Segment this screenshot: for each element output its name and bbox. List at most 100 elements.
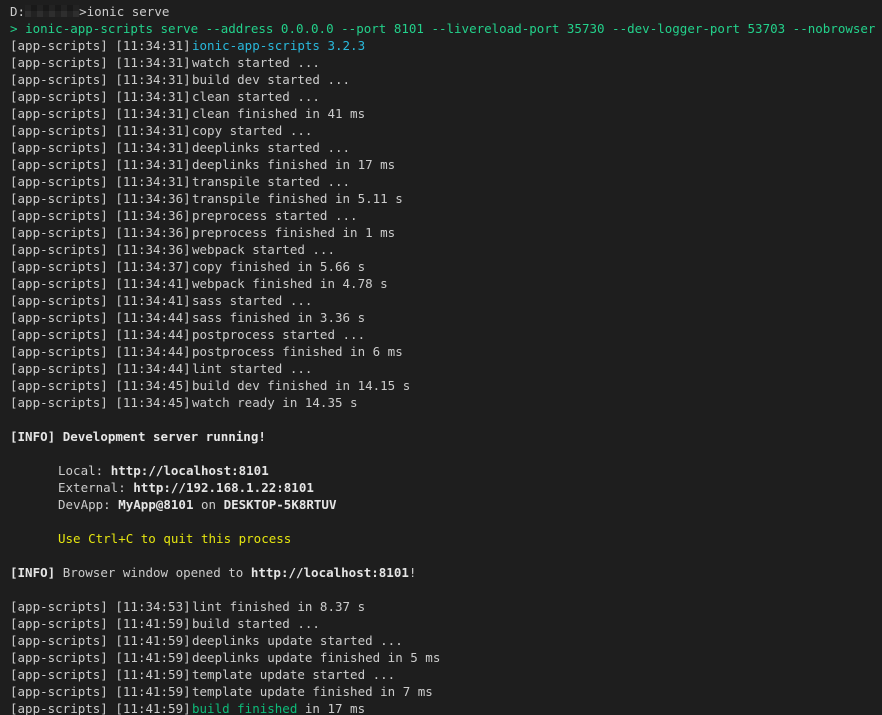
info-tag: [INFO] [10, 565, 56, 580]
log-message: watch ready in 14.35 s [192, 395, 358, 410]
log-message: ionic-app-scripts 3.2.3 [192, 38, 366, 53]
log-prefix-time: [app-scripts] [11:34:45] [10, 395, 191, 410]
log-line: [app-scripts] [11:41:59]build started ..… [10, 615, 882, 632]
log-message: transpile finished in 5.11 s [192, 191, 403, 206]
log-prefix-time: [app-scripts] [11:34:31] [10, 157, 191, 172]
log-message: clean finished in 41 ms [192, 106, 366, 121]
log-line: [app-scripts] [11:34:31]watch started ..… [10, 54, 882, 71]
devapp-label: DevApp: [58, 497, 119, 512]
prompt-gt: > [79, 4, 87, 19]
redacted-path [25, 5, 80, 17]
log-message: transpile started ... [192, 174, 351, 189]
browser-url-link[interactable]: http://localhost:8101 [251, 565, 409, 580]
log-line: [app-scripts] [11:34:36]transpile finish… [10, 190, 882, 207]
info-browser-opened-line: [INFO] Browser window opened to http://l… [10, 564, 882, 581]
log-prefix-time: [app-scripts] [11:34:53] [10, 599, 191, 614]
log-line: [app-scripts] [11:34:31]ionic-app-script… [10, 37, 882, 54]
log-message: deeplinks started ... [192, 140, 351, 155]
log-message: sass started ... [192, 293, 313, 308]
external-url-link[interactable]: http://192.168.1.22:8101 [133, 480, 314, 495]
log-prefix-time: [app-scripts] [11:34:36] [10, 191, 191, 206]
external-label: External: [58, 480, 134, 495]
update-log: [app-scripts] [11:34:53]lint finished in… [10, 598, 882, 700]
log-prefix-time: [app-scripts] [11:34:31] [10, 106, 191, 121]
log-prefix-time: [app-scripts] [11:34:36] [10, 225, 191, 240]
log-prefix-time: [app-scripts] [11:34:41] [10, 276, 191, 291]
log-message: deeplinks update finished in 5 ms [192, 650, 441, 665]
log-line: [app-scripts] [11:34:36]preprocess finis… [10, 224, 882, 241]
log-prefix-time: [app-scripts] [11:34:31] [10, 55, 191, 70]
log-prefix-time: [app-scripts] [11:34:31] [10, 89, 191, 104]
log-line: [app-scripts] [11:34:41]webpack finished… [10, 275, 882, 292]
log-message: template update finished in 7 ms [192, 684, 433, 699]
info-tag: [INFO] [10, 429, 56, 444]
log-line: [app-scripts] [11:34:31]deeplinks finish… [10, 156, 882, 173]
log-prefix-time: [app-scripts] [11:41:59] [10, 650, 191, 665]
log-message: preprocess finished in 1 ms [192, 225, 396, 240]
log-prefix-time: [app-scripts] [11:34:44] [10, 310, 191, 325]
log-prefix-time: [app-scripts] [11:34:44] [10, 327, 191, 342]
log-line: [app-scripts] [11:34:37]copy finished in… [10, 258, 882, 275]
log-line: [app-scripts] [11:34:31]deeplinks starte… [10, 139, 882, 156]
log-message: template update started ... [192, 667, 396, 682]
log-prefix-time: [app-scripts] [11:34:31] [10, 38, 191, 53]
log-message: lint finished in 8.37 s [192, 599, 366, 614]
log-prefix-time: [app-scripts] [11:34:44] [10, 344, 191, 359]
log-line: [app-scripts] [11:34:45]watch ready in 1… [10, 394, 882, 411]
local-url-line: Local: http://localhost:8101 [10, 462, 882, 479]
log-prefix-time: [app-scripts] [11:34:36] [10, 208, 191, 223]
log-line: [app-scripts] [11:34:41]sass started ... [10, 292, 882, 309]
terminal-output[interactable]: D: >ionic serve > ionic-app-scripts serve… [0, 0, 882, 715]
log-message: deeplinks finished in 17 ms [192, 157, 396, 172]
log-prefix-time: [app-scripts] [11:34:36] [10, 242, 191, 257]
log-prefix-time: [app-scripts] [11:34:41] [10, 293, 191, 308]
log-message: clean started ... [192, 89, 320, 104]
log-prefix-time: [app-scripts] [11:41:59] [10, 684, 191, 699]
build-finished-highlight: build finished [192, 701, 298, 715]
local-url-link[interactable]: http://localhost:8101 [111, 463, 269, 478]
server-running-text: Development server running! [62, 429, 266, 444]
log-message: deeplinks update started ... [192, 633, 403, 648]
echo-prefix: > [10, 21, 26, 36]
log-line: [app-scripts] [11:34:31]transpile starte… [10, 173, 882, 190]
log-prefix-time: [app-scripts] [11:34:31] [10, 174, 191, 189]
log-prefix-time: [app-scripts] [11:41:59] [10, 633, 191, 648]
info-server-running-line: [INFO] Development server running! [10, 428, 882, 445]
build-log: [app-scripts] [11:34:31]ionic-app-script… [10, 37, 882, 411]
echo-command: ionic-app-scripts serve --address 0.0.0.… [25, 21, 876, 36]
log-message: build started ... [192, 616, 320, 631]
log-line: [app-scripts] [11:41:59]template update … [10, 666, 882, 683]
devapp-name: MyApp@8101 [118, 497, 194, 512]
log-line: [app-scripts] [11:34:44]postprocess fini… [10, 343, 882, 360]
log-message: lint started ... [192, 361, 313, 376]
log-prefix-time: [app-scripts] [11:34:45] [10, 378, 191, 393]
log-line: [app-scripts] [11:34:31]copy started ... [10, 122, 882, 139]
devapp-on: on [193, 497, 224, 512]
browser-suffix: ! [408, 565, 417, 580]
echo-command-line: > ionic-app-scripts serve --address 0.0.… [10, 20, 882, 37]
log-message: build dev started ... [192, 72, 351, 87]
log-line: [app-scripts] [11:34:45]build dev finish… [10, 377, 882, 394]
log-line: [app-scripts] [11:41:59]deeplinks update… [10, 632, 882, 649]
log-prefix-time: [app-scripts] [11:34:37] [10, 259, 191, 274]
log-prefix-time: [app-scripts] [11:41:59] [10, 667, 191, 682]
log-message: preprocess started ... [192, 208, 358, 223]
local-label: Local: [58, 463, 111, 478]
log-message: webpack finished in 4.78 s [192, 276, 388, 291]
log-prefix-time: [app-scripts] [11:41:59] [10, 701, 191, 715]
log-line: [app-scripts] [11:34:36]webpack started … [10, 241, 882, 258]
log-line: [app-scripts] [11:41:59]deeplinks update… [10, 649, 882, 666]
devapp-host: DESKTOP-5K8RTUV [223, 497, 337, 512]
log-line: [app-scripts] [11:34:31]build dev starte… [10, 71, 882, 88]
log-message: copy finished in 5.66 s [192, 259, 366, 274]
log-line: [app-scripts] [11:34:44]sass finished in… [10, 309, 882, 326]
prompt-drive: D: [10, 4, 26, 19]
log-line: [app-scripts] [11:34:36]preprocess start… [10, 207, 882, 224]
log-line: [app-scripts] [11:41:59]template update … [10, 683, 882, 700]
log-line: [app-scripts] [11:34:31]clean finished i… [10, 105, 882, 122]
log-message: watch started ... [192, 55, 320, 70]
